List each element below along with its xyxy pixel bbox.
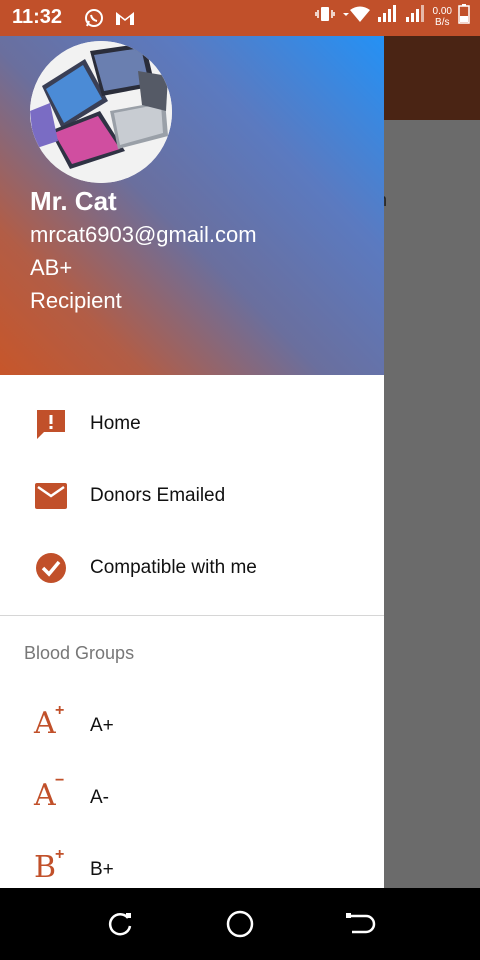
menu-item-donors-emailed[interactable]: Donors Emailed: [0, 466, 384, 526]
user-blood-group: AB+: [30, 255, 73, 280]
whatsapp-icon: [84, 8, 104, 33]
home-button[interactable]: [220, 904, 260, 944]
status-bar: 11:32 0.00 B/s: [0, 0, 480, 36]
alert-message-icon: [34, 407, 68, 441]
user-email: mrcat6903@gmail.com: [30, 222, 257, 247]
gmail-icon: [114, 8, 136, 33]
background-toolbar: [384, 36, 480, 120]
navigation-drawer: Mr. Cat mrcat6903@gmail.com AB+ Recipien…: [0, 36, 384, 888]
check-circle-icon: [34, 551, 68, 585]
wifi-icon: [341, 5, 371, 28]
menu-label-compatible: Compatible with me: [90, 557, 257, 578]
background-scrim[interactable]: [384, 120, 480, 888]
recents-button[interactable]: [100, 904, 140, 944]
menu-label-home: Home: [90, 413, 141, 434]
mail-icon: [34, 479, 68, 513]
status-time: 11:32: [12, 6, 63, 28]
net-speed: 0.00 B/s: [432, 5, 452, 28]
menu-item-compatible[interactable]: Compatible with me: [0, 538, 384, 598]
menu-item-blood-a-negative[interactable]: A − A-: [0, 768, 384, 828]
menu-item-blood-b-positive[interactable]: B + B+: [0, 840, 384, 888]
drawer-divider: [0, 615, 384, 616]
signal-icon-1: [377, 5, 399, 28]
back-button[interactable]: [340, 904, 380, 944]
menu-item-blood-a-positive[interactable]: A + A+: [0, 696, 384, 756]
menu-label-a-negative: A-: [90, 787, 109, 808]
signal-icon-2: [405, 5, 427, 28]
section-title-blood-groups: Blood Groups: [24, 643, 135, 663]
system-nav-bar: [0, 888, 480, 960]
user-name: Mr. Cat: [30, 186, 117, 216]
avatar[interactable]: [30, 41, 172, 183]
user-role: Recipient: [30, 288, 122, 313]
menu-label-a-positive: A+: [90, 715, 114, 736]
drawer-header: Mr. Cat mrcat6903@gmail.com AB+ Recipien…: [0, 36, 384, 375]
menu-label-b-positive: B+: [90, 859, 114, 880]
menu-label-donors-emailed: Donors Emailed: [90, 485, 226, 506]
vibrate-icon: [314, 5, 335, 28]
battery-icon: [458, 4, 470, 29]
menu-item-home[interactable]: Home: [0, 394, 384, 454]
